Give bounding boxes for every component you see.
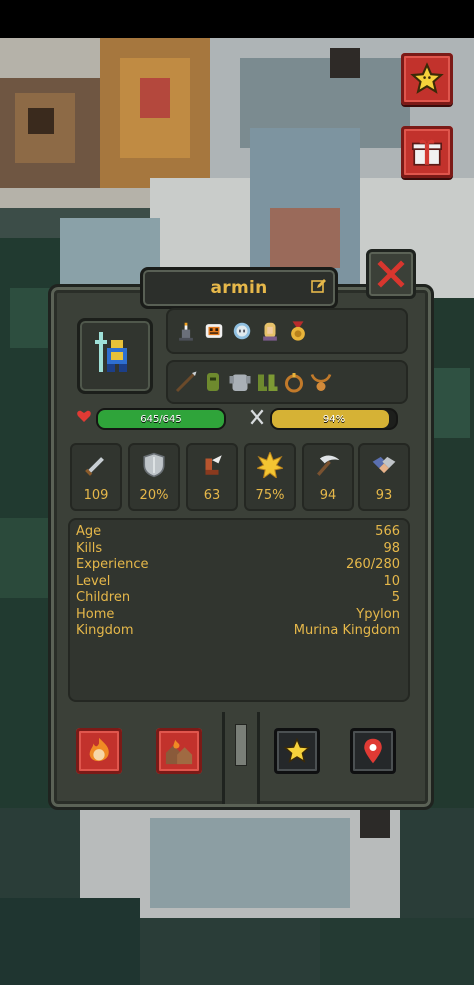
star-burst-icon — [256, 451, 284, 479]
hunger-value: 94% — [322, 413, 346, 425]
stat-attack-speed-value: 94 — [319, 488, 337, 503]
stat-crit-value: 75% — [255, 488, 285, 503]
status-bar — [0, 0, 474, 38]
close-button[interactable] — [366, 249, 416, 299]
spear-icon[interactable] — [174, 370, 198, 394]
stat-diplomacy-value: 93 — [375, 488, 393, 503]
star-icon — [283, 737, 311, 763]
sword-icon — [82, 451, 110, 479]
winged-boot-icon — [198, 451, 226, 479]
burning-houses-icon — [165, 739, 193, 765]
stat-armor-value: 20% — [139, 488, 169, 503]
curse-fire-button[interactable] — [76, 728, 122, 774]
equipment-list — [166, 360, 408, 404]
amulet-icon[interactable] — [309, 370, 333, 394]
info-value: 5 — [391, 590, 400, 605]
info-label: Home — [76, 606, 115, 622]
health-bar: 645/645 — [96, 408, 226, 430]
info-value: 260/280 — [345, 557, 400, 572]
info-label: Kills — [76, 540, 103, 556]
info-label: Level — [76, 573, 111, 589]
traits-list — [166, 308, 408, 354]
shield-icon — [140, 451, 168, 479]
heart-icon — [77, 410, 91, 422]
gold-medal-trait-icon[interactable] — [286, 319, 310, 343]
unit-name-field[interactable]: armin — [140, 267, 338, 309]
stat-speed-value: 63 — [203, 488, 221, 503]
gift-icon — [411, 139, 443, 166]
divider-slot — [235, 724, 247, 766]
info-row-kingdom: Kingdom Murina Kingdom — [76, 623, 400, 639]
info-value: 566 — [375, 524, 400, 539]
stat-speed[interactable]: 63 — [186, 443, 238, 511]
home-link[interactable]: Ypylon — [356, 607, 400, 622]
edit-icon[interactable] — [311, 278, 327, 294]
info-row-experience: Experience 260/280 — [76, 557, 400, 573]
close-icon — [377, 260, 405, 288]
info-label: Experience — [76, 557, 149, 572]
info-label: Age — [76, 524, 102, 539]
info-label: Kingdom — [76, 623, 134, 638]
unit-name: armin — [210, 278, 268, 298]
unit-info-list: Age 566 Kills 98 Experience 260/280 Leve… — [68, 518, 410, 702]
info-value: 98 — [383, 540, 400, 556]
stat-crit[interactable]: 75% — [244, 443, 296, 511]
map-pin-icon — [364, 738, 382, 764]
green-helmet-icon[interactable] — [201, 370, 225, 394]
fork-knife-icon — [250, 409, 264, 425]
health-value: 645/645 — [140, 413, 182, 425]
locate-unit-button[interactable] — [350, 728, 396, 774]
info-row-children: Children 5 — [76, 590, 400, 606]
kingdom-link[interactable]: Murina Kingdom — [294, 623, 400, 638]
stat-armor[interactable]: 20% — [128, 443, 180, 511]
hunger-bar: 94% — [270, 408, 398, 430]
boots-icon[interactable] — [255, 370, 279, 394]
panel-divider — [222, 712, 260, 804]
stat-attack-speed[interactable]: 94 — [302, 443, 354, 511]
pumpkin-face-trait-icon[interactable] — [202, 319, 226, 343]
info-value: 10 — [383, 573, 400, 589]
info-row-home: Home Ypylon — [76, 607, 400, 623]
candle-trait-icon[interactable] — [174, 319, 198, 343]
frozen-skull-trait-icon[interactable] — [230, 319, 254, 343]
favorites-button[interactable] — [401, 53, 453, 105]
knight-avatar-icon — [95, 332, 127, 372]
info-row-level: Level 10 — [76, 574, 400, 590]
village-fire-button[interactable] — [156, 728, 202, 774]
fire-face-icon — [89, 737, 109, 762]
scythe-icon — [314, 451, 342, 479]
stat-diplomacy[interactable]: 93 — [358, 443, 410, 511]
stat-damage-value: 109 — [83, 488, 109, 503]
gift-button[interactable] — [401, 126, 453, 178]
unit-portrait[interactable] — [77, 318, 153, 394]
stat-damage[interactable]: 109 — [70, 443, 122, 511]
handshake-icon — [370, 451, 398, 479]
blonde-woman-trait-icon[interactable] — [258, 319, 282, 343]
info-row-kills: Kills 98 — [76, 541, 400, 557]
ring-icon[interactable] — [282, 370, 306, 394]
info-label: Children — [76, 590, 131, 605]
favorite-unit-button[interactable] — [274, 728, 320, 774]
info-row-age: Age 566 — [76, 524, 400, 540]
star-icon — [410, 62, 444, 94]
steel-armor-icon[interactable] — [228, 370, 252, 394]
